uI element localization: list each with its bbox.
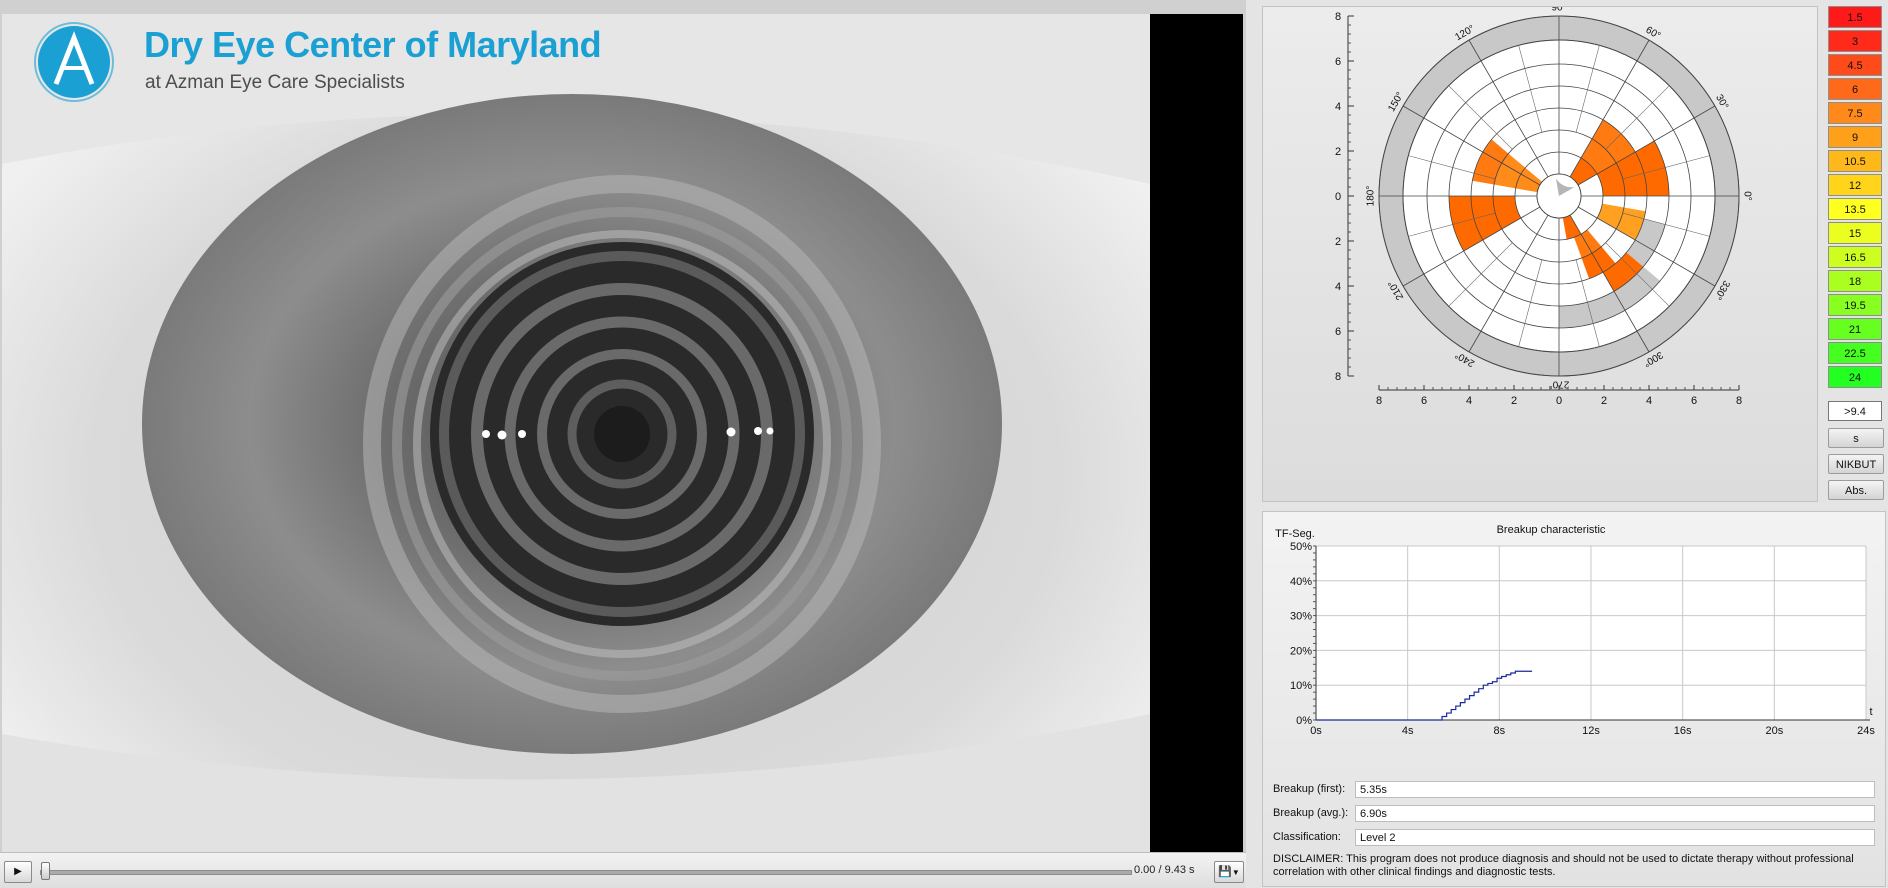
breakup-chart: 0%10%20%30%40%50%0s 4s 8s 12s 16s 20s 24sBreak… bbox=[1275, 524, 1875, 737]
polar-left-tick-label: 2 bbox=[1335, 146, 1341, 158]
legend-item: 18 bbox=[1828, 270, 1882, 292]
save-button[interactable]: 💾▼ bbox=[1214, 861, 1244, 883]
floppy-disk-icon: 💾 bbox=[1218, 866, 1232, 878]
video-panel: Dry Eye Center of Maryland at Azman Eye … bbox=[0, 0, 1246, 888]
eye-image[interactable] bbox=[2, 14, 1150, 852]
chart-y-tick-label: 40% bbox=[1290, 576, 1312, 588]
chart-y-tick-label: 10% bbox=[1290, 680, 1312, 692]
threshold-field[interactable]: >9.4 bbox=[1828, 401, 1882, 421]
legend-item: 7.5 bbox=[1828, 102, 1882, 124]
legend-item: 6 bbox=[1828, 78, 1882, 100]
chart-title: Breakup characteristic bbox=[1497, 524, 1606, 536]
units-button[interactable]: s bbox=[1828, 428, 1884, 448]
legend-item: 22.5 bbox=[1828, 342, 1882, 364]
abs-button[interactable]: Abs. bbox=[1828, 480, 1884, 500]
play-button[interactable]: ▶ bbox=[4, 861, 32, 883]
legend-item: 3 bbox=[1828, 30, 1882, 52]
polar-angle-label: 180° bbox=[1366, 186, 1377, 207]
logo-mark-icon bbox=[34, 22, 114, 102]
legend-item: 16.5 bbox=[1828, 246, 1882, 268]
disclaimer-text: DISCLAIMER: This program does not produc… bbox=[1273, 853, 1854, 878]
legend-item: 13.5 bbox=[1828, 198, 1882, 220]
legend-item: 21 bbox=[1828, 318, 1882, 340]
breakup-avg-field: 6.90s bbox=[1355, 805, 1875, 822]
polar-left-tick-label: 6 bbox=[1335, 326, 1341, 338]
polar-left-tick-label: 4 bbox=[1335, 101, 1341, 113]
chart-x-tick-label: 12s bbox=[1582, 725, 1600, 737]
chevron-down-icon: ▼ bbox=[1231, 868, 1240, 877]
polar-bottom-tick-label: 6 bbox=[1691, 395, 1697, 407]
chart-x-tick-label: 8s bbox=[1494, 725, 1506, 737]
legend-item: 12 bbox=[1828, 174, 1882, 196]
chart-x-label: t bbox=[1869, 706, 1872, 718]
legend-item: 4.5 bbox=[1828, 54, 1882, 76]
playback-controls: ▶ 0.00 / 9.43 s 💾▼ bbox=[0, 852, 1246, 888]
breakup-panel: 0% 10% 20% 30% 40% 50% 0s 4s 8s 12s 16s 20s 24s Break… bbox=[1262, 511, 1886, 887]
eye-illustration bbox=[2, 14, 1150, 852]
chart-x-tick-label: 16s bbox=[1674, 725, 1692, 737]
color-legend: 1.5 3 4.5 6 7.5 9 10.5 12 13.5 15 16.5 18 19.5 21 22.5… bbox=[1828, 6, 1884, 500]
chart-x-tick-label: 20s bbox=[1765, 725, 1783, 737]
legend-item: 24 bbox=[1828, 366, 1882, 388]
polar-bottom-tick-label: 2 bbox=[1511, 395, 1517, 407]
legend-item: 1.5 bbox=[1828, 6, 1882, 28]
chart-x-tick-label: 24s bbox=[1857, 725, 1875, 737]
chart-x-tick-label: 0s bbox=[1310, 725, 1322, 737]
logo-subtitle: at Azman Eye Care Specialists bbox=[145, 72, 405, 93]
breakup-avg-label: Breakup (avg.): bbox=[1273, 807, 1349, 819]
time-readout: 0.00 / 9.43 s bbox=[1134, 864, 1195, 876]
video-letterbox bbox=[1150, 14, 1243, 852]
timeline-slider[interactable] bbox=[40, 870, 1132, 875]
chart-y-label: TF-Seg. bbox=[1275, 528, 1315, 540]
polar-map[interactable]: 90°60°30°0°330°300°270°240°210°180°150°1… bbox=[1263, 3, 1817, 501]
polar-left-tick-label: 8 bbox=[1335, 11, 1341, 23]
polar-bottom-tick-label: 8 bbox=[1376, 395, 1382, 407]
polar-left-tick-label: 0 bbox=[1335, 191, 1341, 203]
polar-bottom-tick-label: 4 bbox=[1646, 395, 1652, 407]
polar-left-tick-label: 2 bbox=[1335, 236, 1341, 248]
legend-item: 10.5 bbox=[1828, 150, 1882, 172]
logo-title: Dry Eye Center of Maryland bbox=[144, 24, 602, 65]
polar-left-tick-label: 8 bbox=[1335, 371, 1341, 383]
polar-bottom-tick-label: 8 bbox=[1736, 395, 1742, 407]
chart-y-tick-label: 50% bbox=[1290, 541, 1312, 553]
nikbut-button[interactable]: NIKBUT bbox=[1828, 454, 1884, 474]
logo: Dry Eye Center of Maryland at Azman Eye … bbox=[34, 22, 734, 102]
breakup-first-label: Breakup (first): bbox=[1273, 783, 1346, 795]
classification-field: Level 2 bbox=[1355, 829, 1875, 846]
polar-map-panel: 90° 60° 30° 0° 330° 300° 270° 240° 210° 180° 150° 1… bbox=[1262, 3, 1818, 502]
polar-left-tick-label: 6 bbox=[1335, 56, 1341, 68]
polar-bottom-tick-label: 4 bbox=[1466, 395, 1472, 407]
classification-label: Classification: bbox=[1273, 831, 1341, 843]
legend-item: 19.5 bbox=[1828, 294, 1882, 316]
polar-bottom-tick-label: 0 bbox=[1556, 395, 1562, 407]
timeline-slider-handle[interactable] bbox=[41, 862, 50, 880]
chart-y-tick-label: 20% bbox=[1290, 645, 1312, 657]
polar-left-tick-label: 4 bbox=[1335, 281, 1341, 293]
polar-angle-label: 90° bbox=[1551, 7, 1566, 14]
legend-item: 9 bbox=[1828, 126, 1882, 148]
polar-angle-label: 0° bbox=[1741, 191, 1752, 201]
polar-bottom-tick-label: 2 bbox=[1601, 395, 1607, 407]
polar-bottom-tick-label: 6 bbox=[1421, 395, 1427, 407]
legend-item: 15 bbox=[1828, 222, 1882, 244]
chart-y-tick-label: 30% bbox=[1290, 611, 1312, 623]
breakup-first-field: 5.35s bbox=[1355, 781, 1875, 798]
play-icon: ▶ bbox=[14, 866, 22, 877]
chart-x-tick-label: 4s bbox=[1402, 725, 1414, 737]
